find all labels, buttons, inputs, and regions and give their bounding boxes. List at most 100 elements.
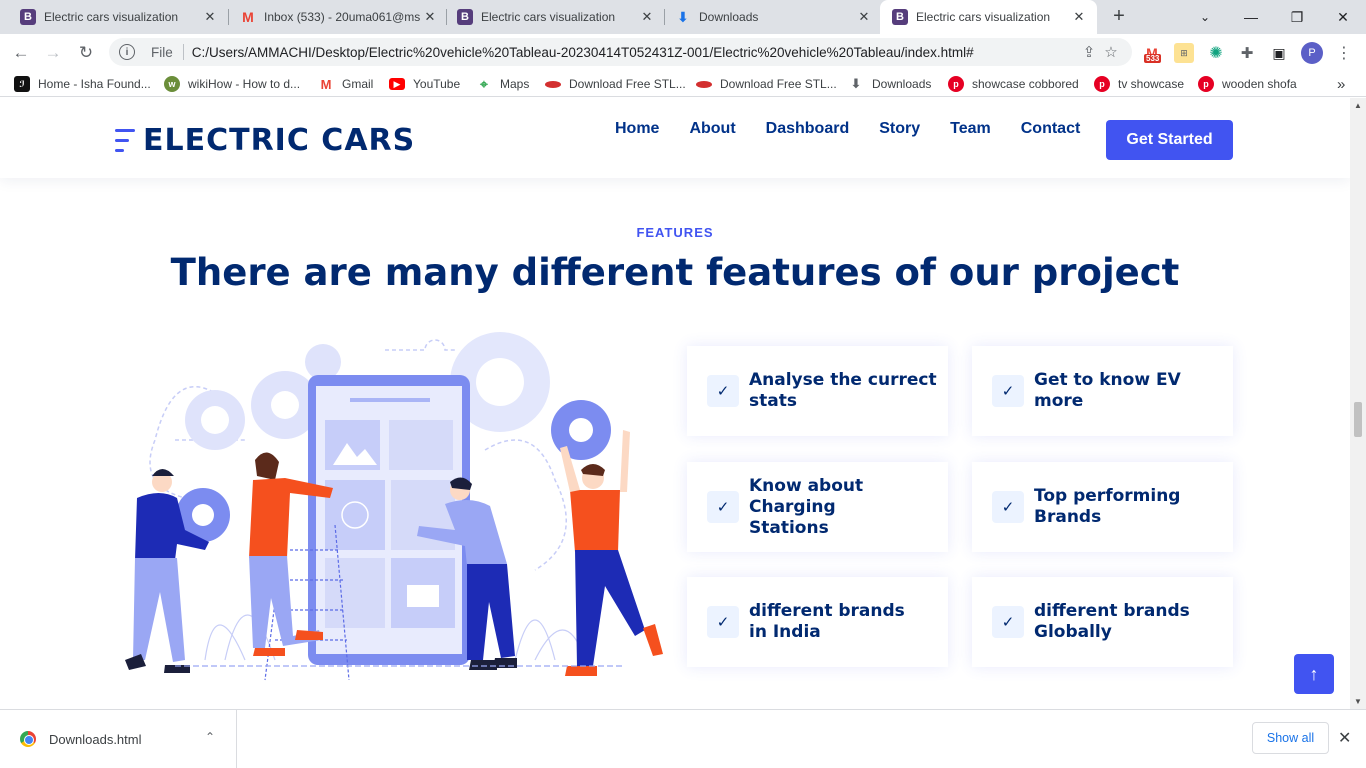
pinterest-icon: p [948,76,964,92]
profile-avatar[interactable]: P [1301,42,1323,64]
bookmark-label: Home - Isha Found... [38,77,151,91]
menu-kebab-icon[interactable]: ⋮ [1334,43,1354,63]
bootstrap-icon: B [892,9,908,25]
section-heading: There are many different features of our… [170,251,1180,294]
gmail-extension-icon[interactable]: M 533 [1142,43,1162,63]
close-tab-icon[interactable]: ✕ [1069,9,1089,25]
nav-team[interactable]: Team [950,120,991,138]
new-tab-button[interactable]: + [1108,5,1130,27]
nav-contact[interactable]: Contact [1021,120,1081,138]
url-scheme: File [151,44,173,60]
feature-label: different brands Globally [1034,601,1190,642]
bookmark-item[interactable]: ⌖ Maps [476,75,529,93]
tab-title: Electric cars visualization [481,10,616,24]
bookmarks-bar: ℐ Home - Isha Found... w wikiHow - How to … [0,71,1366,97]
bookmark-label: Gmail [342,77,374,91]
close-tab-icon[interactable]: ✕ [637,9,657,25]
bookmark-item[interactable]: p wooden shofa [1198,75,1297,93]
features-illustration [125,332,663,681]
check-icon: ✓ [992,491,1024,523]
image-extension-icon[interactable]: ⊞ [1174,43,1194,63]
chatgpt-extension-icon[interactable]: ✺ [1206,43,1226,63]
bookmark-label: YouTube [413,77,461,91]
maps-icon: ⌖ [480,75,488,92]
feature-label: Top performing Brands [1034,486,1181,527]
reload-icon[interactable]: ↻ [73,40,99,66]
nav-story[interactable]: Story [879,120,920,138]
tab-strip: B Electric cars visualization ✕ M Inbox … [0,0,1366,34]
back-icon[interactable]: ← [8,40,34,66]
page-scrollbar[interactable]: ▲ ▼ [1350,98,1366,709]
pinterest-icon: p [1198,76,1214,92]
info-icon[interactable]: i [119,44,135,60]
scroll-up-icon[interactable]: ▲ [1354,101,1362,110]
close-tab-icon[interactable]: ✕ [854,9,874,25]
bookmark-label: tv showcase [1118,77,1185,91]
bookmark-item[interactable]: ℐ Home - Isha Found... [14,75,151,93]
close-window-icon[interactable]: ✕ [1320,0,1366,34]
tab-title: Electric cars visualization [916,10,1051,24]
bookmark-label: Downloads [872,77,932,91]
back-to-top-button[interactable]: ↑ [1294,654,1334,694]
gmail-icon: M [320,76,332,92]
bookmark-label: Download Free STL... [720,77,837,91]
feature-label: different brands in India [749,601,905,642]
check-icon: ✓ [707,606,739,638]
download-icon: ⬇ [850,76,862,91]
close-tab-icon[interactable]: ✕ [200,9,220,25]
side-panel-icon[interactable]: ▣ [1269,43,1289,63]
bookmark-label: wikiHow - How to d... [188,77,301,91]
feature-card: ✓ Top performing Brands [972,462,1233,552]
tab-search-icon[interactable]: ⌄ [1182,0,1228,34]
scrollbar-thumb[interactable] [1354,402,1362,437]
nav-dashboard[interactable]: Dashboard [766,120,850,138]
scroll-down-icon[interactable]: ▼ [1354,697,1362,706]
bookmark-item[interactable]: Download Free STL... [696,75,837,93]
bookmark-label: Maps [500,77,530,91]
tab-electric-cars-2[interactable]: B Electric cars visualization ✕ [437,0,665,34]
main-nav: Home About Dashboard Story Team Contact [600,120,1095,138]
site-header: ELECTRIC CARS Home About Dashboard Story… [0,98,1350,178]
bookmark-item[interactable]: ▶ YouTube [389,75,460,93]
check-icon: ✓ [992,606,1024,638]
share-icon[interactable]: ⇪ [1078,43,1100,61]
bookmark-item[interactable]: Download Free STL... [545,75,686,93]
wikihow-icon: w [164,76,180,92]
address-bar[interactable]: i File C:/Users/AMMACHI/Desktop/Electric… [109,38,1132,66]
bookmark-item[interactable]: w wikiHow - How to d... [164,75,300,93]
get-started-button[interactable]: Get Started [1106,120,1233,160]
youtube-icon: ▶ [389,78,405,90]
isha-icon: ℐ [14,76,30,92]
tab-downloads[interactable]: ⬇ Downloads ✕ [655,0,882,34]
url-text[interactable]: C:/Users/AMMACHI/Desktop/Electric%20vehi… [192,45,1078,60]
browser-toolbar: ← → ↻ i File C:/Users/AMMACHI/Desktop/El… [0,34,1366,71]
show-all-button[interactable]: Show all [1252,722,1329,754]
close-download-bar-icon[interactable]: ✕ [1338,728,1351,748]
tab-electric-cars-active[interactable]: B Electric cars visualization ✕ [880,0,1097,34]
nav-home[interactable]: Home [615,120,659,138]
chevron-up-icon[interactable]: ⌃ [205,730,215,744]
tab-electric-cars-1[interactable]: B Electric cars visualization ✕ [0,0,228,34]
bookmarks-overflow-icon[interactable]: » [1337,75,1345,93]
extensions-puzzle-icon[interactable]: ✚ [1237,43,1257,63]
feature-card: ✓ Get to know EV more [972,346,1233,436]
download-item[interactable]: Downloads.html ⌃ [0,710,237,768]
bookmark-label: wooden shofa [1222,77,1297,91]
bookmark-item[interactable]: p tv showcase [1094,75,1184,93]
feature-card: ✓ Know about Charging Stations [687,462,948,552]
bookmark-item[interactable]: ⬇ Downloads [848,75,932,93]
minimize-icon[interactable]: — [1228,0,1274,34]
forward-icon[interactable]: → [40,40,66,66]
bookmark-item[interactable]: M Gmail [318,75,374,93]
bookmark-star-icon[interactable]: ☆ [1100,43,1122,61]
nav-about[interactable]: About [689,120,735,138]
feature-card: ✓ different brands in India [687,577,948,667]
bookmark-item[interactable]: p showcase cobbored [948,75,1079,93]
chrome-file-icon [20,731,36,747]
section-eyebrow: FEATURES [636,225,714,240]
tab-gmail-inbox[interactable]: M Inbox (533) - 20uma061@ms ✕ [220,0,448,34]
pinterest-icon: p [1094,76,1110,92]
restore-icon[interactable]: ❐ [1274,0,1320,34]
site-logo[interactable]: ELECTRIC CARS [115,123,415,158]
check-icon: ✓ [707,491,739,523]
